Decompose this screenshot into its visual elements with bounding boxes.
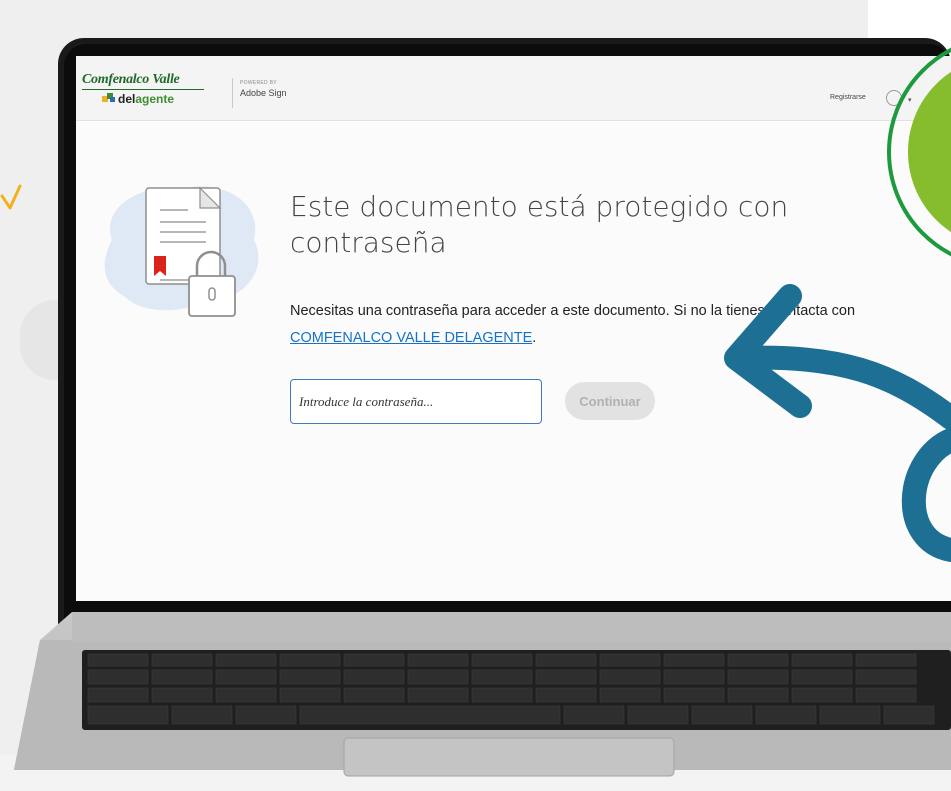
logo-subtitle-del: del: [118, 92, 136, 106]
page-description: Necesitas una contraseña para acceder a …: [290, 298, 930, 352]
logo-underline: [82, 89, 204, 90]
cubes-icon: [102, 93, 115, 102]
brand-logo[interactable]: Comfenalco Valle delagente: [82, 72, 230, 110]
continue-button[interactable]: Continuar: [565, 382, 655, 420]
password-input[interactable]: [290, 379, 542, 424]
header-divider: [232, 78, 233, 108]
app-header: Comfenalco Valle delagente POWERED BY Ad…: [76, 56, 951, 121]
page-title: Este documento está protegido con contra…: [290, 190, 789, 259]
browser-viewport: Comfenalco Valle delagente POWERED BY Ad…: [76, 56, 951, 601]
decorative-green-circle: [887, 47, 951, 257]
adobe-sign-label: Adobe Sign: [240, 88, 287, 98]
contact-link[interactable]: COMFENALCO VALLE DELAGENTE: [290, 330, 532, 346]
powered-by-label: POWERED BY: [240, 80, 277, 86]
description-suffix: .: [532, 330, 537, 346]
logo-subtitle-agente: agente: [135, 92, 175, 106]
register-link[interactable]: Registrarse: [830, 94, 866, 101]
logo-title: Comfenalco Valle: [82, 72, 180, 87]
logo-subtitle: delagente: [118, 92, 174, 106]
document-lock-icon: [104, 186, 259, 317]
description-text: Necesitas una contraseña para acceder a …: [290, 303, 856, 319]
